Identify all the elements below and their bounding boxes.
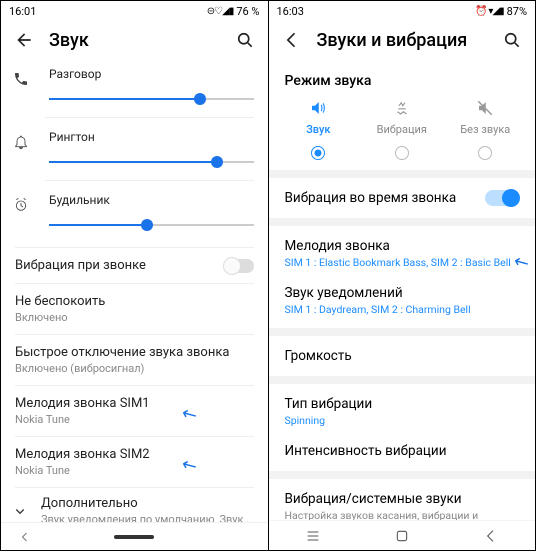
mode-vibration-label: Вибрация	[360, 123, 444, 136]
vib-type-title: Тип вибрации	[285, 396, 520, 412]
ringtone-row[interactable]: Мелодия звонка SIM 1 : Elastic Bookmark …	[269, 226, 536, 281]
nav-home-icon[interactable]	[394, 528, 410, 544]
system-title: Вибрация/системные звуки	[285, 491, 520, 507]
more-sub: Звук уведомления по умолчанию, Звук буди…	[41, 513, 254, 522]
mute-icon	[444, 99, 528, 119]
back-button[interactable]	[281, 29, 303, 51]
system-sub: Настройка звуков касания, вибрации и отк…	[285, 509, 520, 520]
vibration-intensity-row[interactable]: Интенсивность вибрации	[269, 439, 536, 471]
status-battery: 87%	[507, 5, 527, 18]
mode-sound[interactable]: Звук	[277, 99, 361, 160]
page-title: Звук	[49, 30, 220, 51]
page-title: Звуки и вибрация	[317, 30, 488, 51]
quick-mute-sub: Включено (вибросигнал)	[15, 362, 254, 375]
sim2-sub: Nokia Tune	[15, 464, 254, 477]
vibrate-icon	[360, 99, 444, 119]
bell-icon	[13, 134, 31, 150]
mode-sound-label: Звук	[277, 123, 361, 136]
status-bar: 16:03 ⏰ ▾◢▮ 87%	[269, 1, 536, 21]
mode-silent-radio[interactable]	[478, 146, 492, 160]
speaker-icon	[277, 99, 361, 119]
notification-sound-row[interactable]: Звук уведомлений SIM 1 : Daydream, SIM 2…	[269, 281, 536, 328]
search-button[interactable]	[501, 29, 523, 51]
system-sounds-row[interactable]: Вибрация/системные звуки Настройка звуко…	[269, 479, 536, 520]
status-time: 16:03	[277, 5, 476, 18]
phone-icon	[13, 71, 31, 87]
notif-sub: SIM 1 : Daydream, SIM 2 : Charming Bell	[285, 303, 520, 316]
ringtone-sub: SIM 1 : Elastic Bookmark Bass, SIM 2 : B…	[285, 256, 520, 269]
nav-home-pill[interactable]	[114, 535, 154, 539]
nav-back-icon[interactable]	[19, 531, 31, 543]
alarm-slider[interactable]	[49, 215, 254, 235]
vib-intensity-title: Интенсивность вибрации	[285, 443, 520, 459]
sim2-ringtone-row[interactable]: Мелодия звонка SIM2 Nokia Tune ↖	[1, 437, 268, 487]
mode-silent-label: Без звука	[444, 123, 528, 136]
status-bar: 16:01 ⊝♡◢▮ 76 %	[1, 1, 268, 21]
alarm-icon	[13, 197, 31, 213]
status-icons: ⏰ ▾◢▮	[475, 6, 503, 17]
sim1-title: Мелодия звонка SIM1	[15, 396, 254, 411]
notif-title: Звук уведомлений	[285, 285, 520, 301]
dnd-sub: Включено	[15, 311, 254, 324]
quick-mute-row[interactable]: Быстрое отключение звука звонка Включено…	[1, 335, 268, 385]
search-button[interactable]	[234, 29, 256, 51]
vibrate-while-ringing-row[interactable]: Вибрация во время звонка	[269, 178, 536, 218]
vibration-type-row[interactable]: Тип вибрации Spinning	[269, 384, 536, 439]
dnd-row[interactable]: Не беспокоить Включено	[1, 284, 268, 334]
volume-row[interactable]: Громкость	[269, 336, 536, 376]
mode-vibration-radio[interactable]	[395, 146, 409, 160]
vibrate-on-call-row[interactable]: Вибрация при звонке	[1, 248, 268, 283]
ringtone-title: Мелодия звонка	[285, 238, 520, 254]
status-battery: 76 %	[236, 5, 259, 18]
dnd-title: Не беспокоить	[15, 294, 254, 309]
nav-recents-icon[interactable]	[305, 528, 321, 544]
ringtone-label: Рингтон	[49, 130, 254, 144]
alarm-label: Будильник	[49, 193, 254, 207]
back-button[interactable]	[13, 29, 35, 51]
vibrate-ring-title: Вибрация во время звонка	[285, 190, 486, 206]
mode-sound-radio[interactable]	[311, 146, 325, 160]
status-time: 16:01	[9, 5, 207, 18]
mode-silent[interactable]: Без звука	[444, 99, 528, 160]
status-icons: ⊝♡◢▮	[207, 6, 234, 17]
talk-slider[interactable]	[49, 89, 254, 109]
vibrate-ring-toggle[interactable]	[485, 190, 519, 206]
vibrate-on-call-toggle[interactable]	[224, 259, 254, 273]
vibrate-on-call-title: Вибрация при звонке	[15, 258, 224, 273]
mode-vibration[interactable]: Вибрация	[360, 99, 444, 160]
navigation-bar	[1, 522, 268, 550]
ringtone-slider[interactable]	[49, 152, 254, 172]
navigation-bar	[269, 520, 536, 550]
more-title: Дополнительно	[41, 496, 254, 511]
volume-title: Громкость	[285, 348, 520, 364]
vib-type-sub: Spinning	[285, 414, 520, 427]
chevron-down-icon	[11, 502, 29, 520]
more-row[interactable]: Дополнительно Звук уведомления по умолча…	[1, 488, 268, 522]
sim1-sub: Nokia Tune	[15, 413, 254, 426]
nav-back-icon[interactable]	[483, 528, 499, 544]
sim2-title: Мелодия звонка SIM2	[15, 447, 254, 462]
talk-label: Разговор	[49, 67, 254, 81]
sound-mode-section: Режим звука	[269, 59, 536, 99]
sim1-ringtone-row[interactable]: Мелодия звонка SIM1 Nokia Tune ↖	[1, 386, 268, 436]
quick-mute-title: Быстрое отключение звука звонка	[15, 345, 254, 360]
